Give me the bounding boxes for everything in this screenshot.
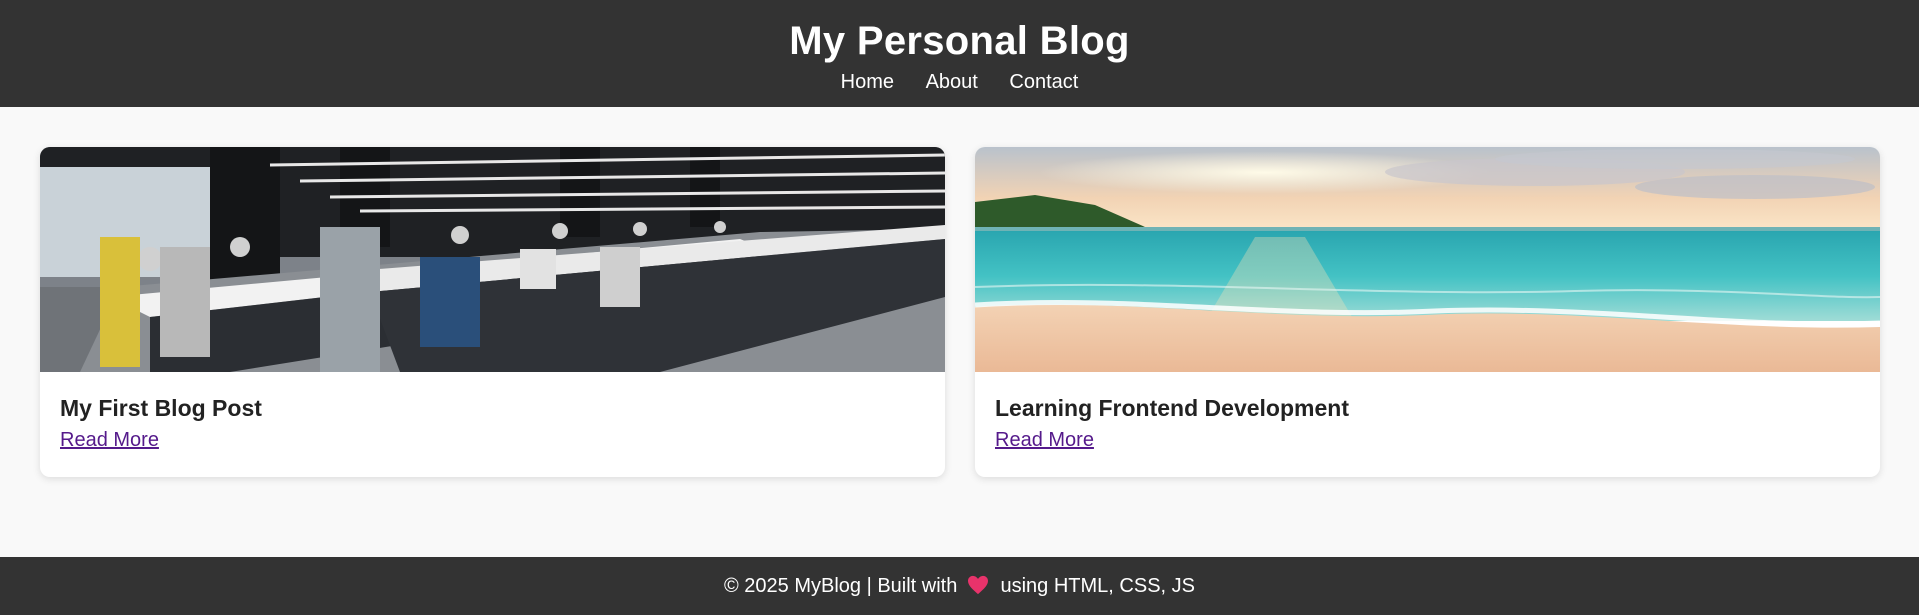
- post-card-body: My First Blog Post Read More: [40, 372, 945, 452]
- nav-contact-link[interactable]: Contact: [1009, 71, 1078, 93]
- nav-home-link[interactable]: Home: [841, 71, 894, 93]
- office-workspace-photo: [40, 147, 945, 372]
- footer-text-before: © 2025 MyBlog | Built with: [723, 575, 958, 597]
- post-title: My First Blog Post: [60, 395, 262, 421]
- posts-grid: My First Blog Post Read More Learning Fr…: [40, 147, 1880, 477]
- site-header: My Personal Blog Home About Contact: [0, 0, 1919, 107]
- post-card: My First Blog Post Read More: [40, 147, 945, 477]
- read-more-link[interactable]: Read More: [995, 429, 1094, 452]
- main-nav: Home About Contact: [0, 70, 1919, 94]
- beach-sunset-photo: [975, 147, 1880, 372]
- post-card: Learning Frontend Development Read More: [975, 147, 1880, 477]
- post-card-body: Learning Frontend Development Read More: [975, 372, 1880, 452]
- site-title: My Personal Blog: [789, 19, 1130, 63]
- heart-icon: [967, 575, 988, 594]
- site-footer: © 2025 MyBlog | Built with using HTML, C…: [0, 557, 1919, 615]
- footer-text-after: using HTML, CSS, JS: [1000, 575, 1195, 597]
- post-title: Learning Frontend Development: [995, 395, 1349, 421]
- nav-about-link[interactable]: About: [926, 71, 978, 93]
- read-more-link[interactable]: Read More: [60, 429, 159, 452]
